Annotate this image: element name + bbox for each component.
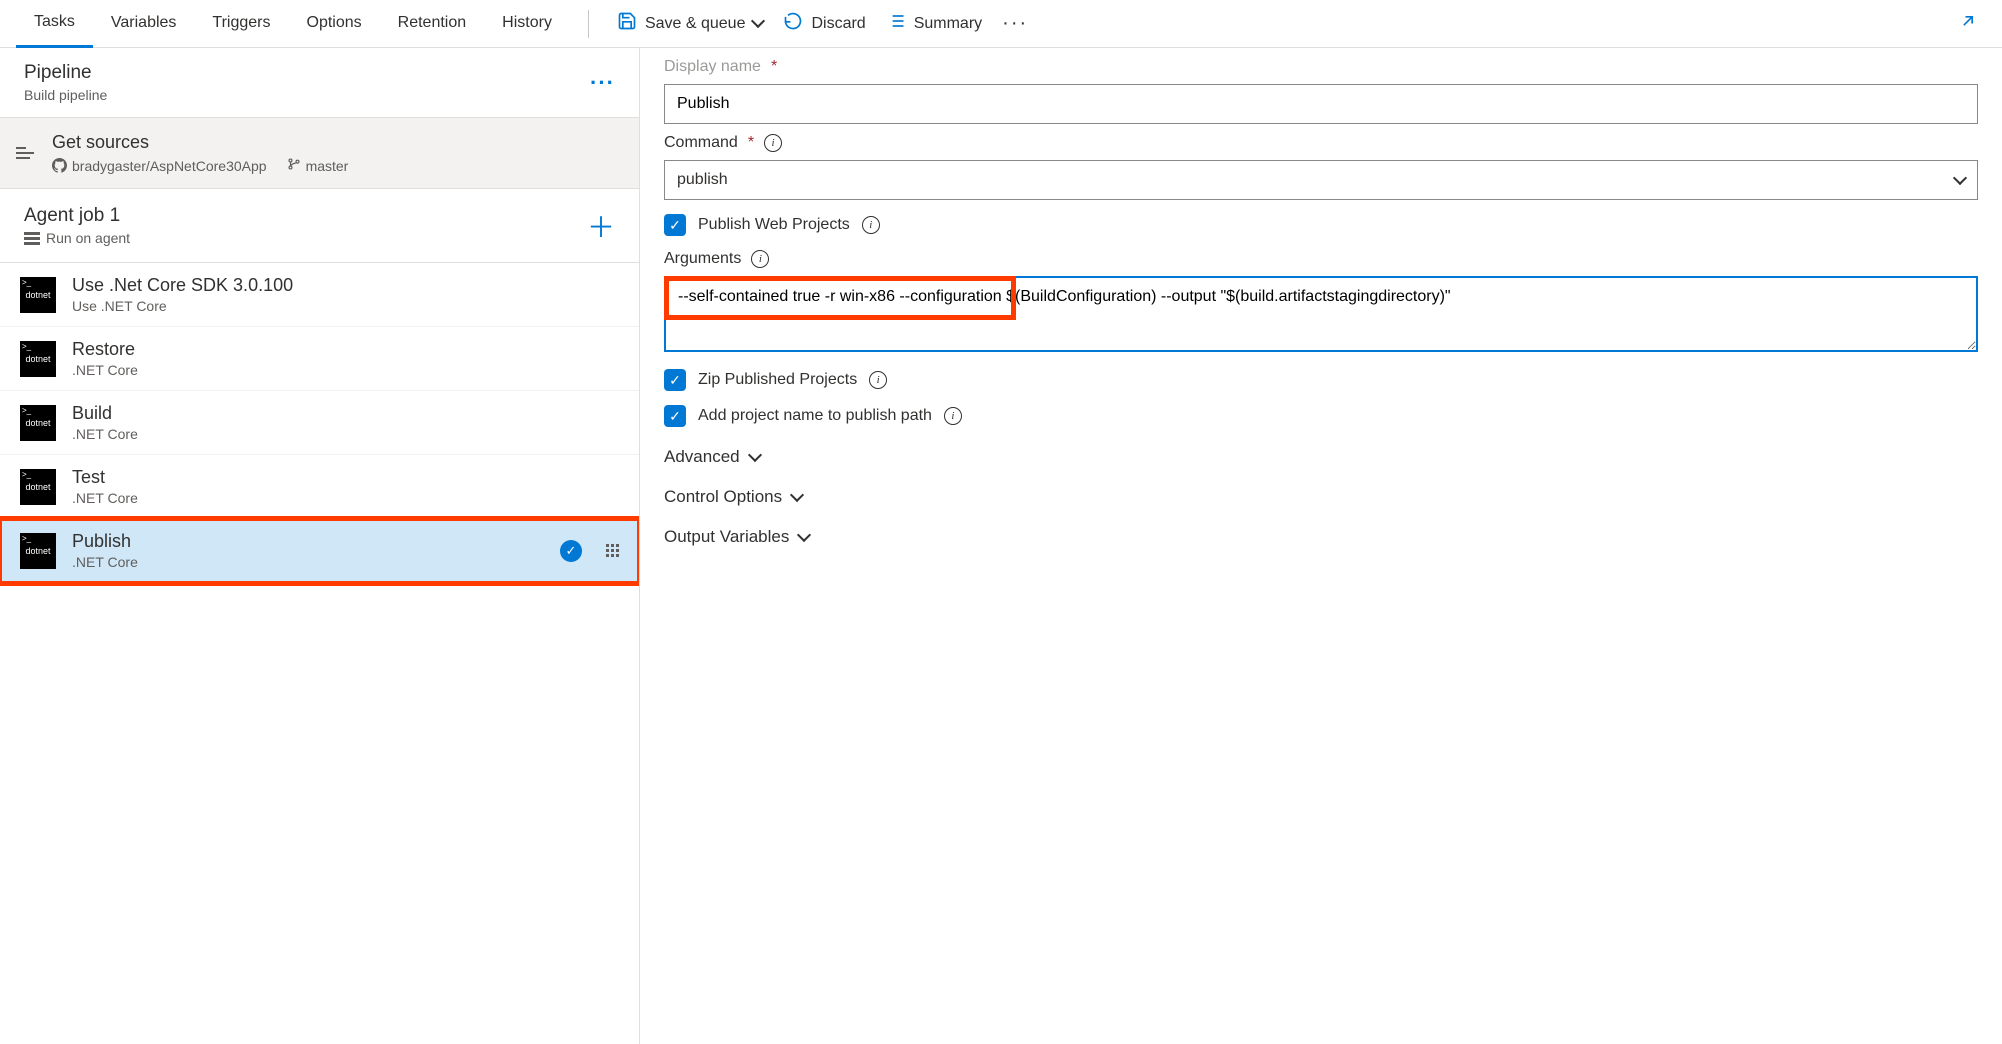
agent-job-title: Agent job 1	[24, 205, 130, 227]
command-select[interactable]: publish	[664, 160, 1978, 200]
tab-variables[interactable]: Variables	[93, 0, 195, 48]
chevron-down-icon	[748, 447, 762, 461]
pipeline-more-button[interactable]: ···	[590, 70, 615, 96]
output-variables-section-toggle[interactable]: Output Variables	[664, 527, 1978, 547]
summary-button[interactable]: Summary	[876, 3, 992, 44]
dotnet-icon: dotnet	[20, 405, 56, 441]
task-title: Publish	[72, 531, 138, 552]
ellipsis-icon: ···	[1002, 12, 1028, 35]
sources-icon	[16, 147, 38, 159]
tab-tasks[interactable]: Tasks	[16, 0, 93, 48]
info-icon[interactable]: i	[869, 371, 887, 389]
info-icon[interactable]: i	[944, 407, 962, 425]
arguments-label: Arguments i	[664, 250, 1978, 268]
tab-retention[interactable]: Retention	[380, 0, 485, 48]
separator	[588, 10, 589, 38]
chevron-down-icon	[790, 487, 804, 501]
branch-icon	[287, 157, 301, 174]
advanced-section-toggle[interactable]: Advanced	[664, 447, 1978, 467]
dotnet-icon: dotnet	[20, 533, 56, 569]
task-subtitle: .NET Core	[72, 362, 138, 378]
task-build[interactable]: dotnet Build .NET Core	[0, 391, 639, 455]
chevron-down-icon	[797, 527, 811, 541]
tab-history[interactable]: History	[484, 0, 570, 48]
check-icon: ✓	[560, 540, 582, 562]
pipeline-subtitle: Build pipeline	[24, 87, 107, 103]
more-actions-button[interactable]: ···	[992, 4, 1038, 43]
agent-job-row[interactable]: Agent job 1 Run on agent ＋	[0, 189, 639, 263]
task-title: Test	[72, 467, 138, 488]
repo-name: bradygaster/AspNetCore30App	[72, 158, 267, 174]
publish-web-label: Publish Web Projects	[698, 216, 850, 234]
control-options-section-toggle[interactable]: Control Options	[664, 487, 1978, 507]
chevron-down-icon	[751, 14, 765, 28]
display-name-input[interactable]	[664, 84, 1978, 124]
get-sources-title: Get sources	[52, 132, 348, 153]
task-subtitle: .NET Core	[72, 554, 138, 570]
command-label: Command* i	[664, 134, 1978, 152]
pipeline-header[interactable]: Pipeline Build pipeline ···	[0, 48, 639, 118]
task-use-dotnet-sdk[interactable]: dotnet Use .Net Core SDK 3.0.100 Use .NE…	[0, 263, 639, 327]
command-value: publish	[677, 171, 728, 189]
task-title: Restore	[72, 339, 138, 360]
info-icon[interactable]: i	[751, 250, 769, 268]
fullscreen-button[interactable]	[1950, 3, 1986, 45]
task-subtitle: .NET Core	[72, 426, 138, 442]
discard-button[interactable]: Discard	[773, 3, 875, 44]
chevron-down-icon	[1953, 170, 1967, 184]
agent-job-subtitle: Run on agent	[46, 230, 130, 246]
task-restore[interactable]: dotnet Restore .NET Core	[0, 327, 639, 391]
tasks-panel: Pipeline Build pipeline ··· Get sources …	[0, 48, 640, 1044]
task-title: Use .Net Core SDK 3.0.100	[72, 275, 293, 296]
save-queue-label: Save & queue	[645, 15, 746, 33]
save-queue-button[interactable]: Save & queue	[607, 3, 774, 44]
discard-label: Discard	[811, 15, 865, 33]
task-title: Build	[72, 403, 138, 424]
tab-options[interactable]: Options	[289, 0, 380, 48]
agent-icon	[24, 232, 40, 245]
addpath-label: Add project name to publish path	[698, 407, 932, 425]
info-icon[interactable]: i	[764, 134, 782, 152]
display-name-label: Display name*	[664, 58, 1978, 76]
undo-icon	[783, 11, 803, 36]
task-subtitle: Use .NET Core	[72, 298, 293, 314]
github-icon	[52, 158, 67, 173]
dotnet-icon: dotnet	[20, 277, 56, 313]
task-test[interactable]: dotnet Test .NET Core	[0, 455, 639, 519]
branch-name: master	[306, 158, 349, 174]
arguments-input[interactable]	[664, 276, 1978, 352]
tab-triggers[interactable]: Triggers	[194, 0, 288, 48]
addpath-checkbox[interactable]: ✓	[664, 405, 686, 427]
task-settings-panel: Display name* Command* i publish ✓ Publi…	[640, 48, 2002, 1044]
publish-web-checkbox[interactable]: ✓	[664, 214, 686, 236]
dotnet-icon: dotnet	[20, 469, 56, 505]
list-icon	[886, 11, 906, 36]
get-sources-row[interactable]: Get sources bradygaster/AspNetCore30App …	[0, 118, 639, 189]
zip-checkbox[interactable]: ✓	[664, 369, 686, 391]
drag-handle[interactable]	[606, 544, 619, 557]
task-subtitle: .NET Core	[72, 490, 138, 506]
summary-label: Summary	[914, 15, 982, 33]
task-publish[interactable]: dotnet Publish .NET Core ✓	[0, 519, 639, 583]
add-task-button[interactable]: ＋	[587, 206, 615, 246]
pipeline-title: Pipeline	[24, 62, 107, 84]
info-icon[interactable]: i	[862, 216, 880, 234]
save-icon	[617, 11, 637, 36]
zip-label: Zip Published Projects	[698, 371, 857, 389]
pipeline-tabs-toolbar: Tasks Variables Triggers Options Retenti…	[0, 0, 2002, 48]
dotnet-icon: dotnet	[20, 341, 56, 377]
